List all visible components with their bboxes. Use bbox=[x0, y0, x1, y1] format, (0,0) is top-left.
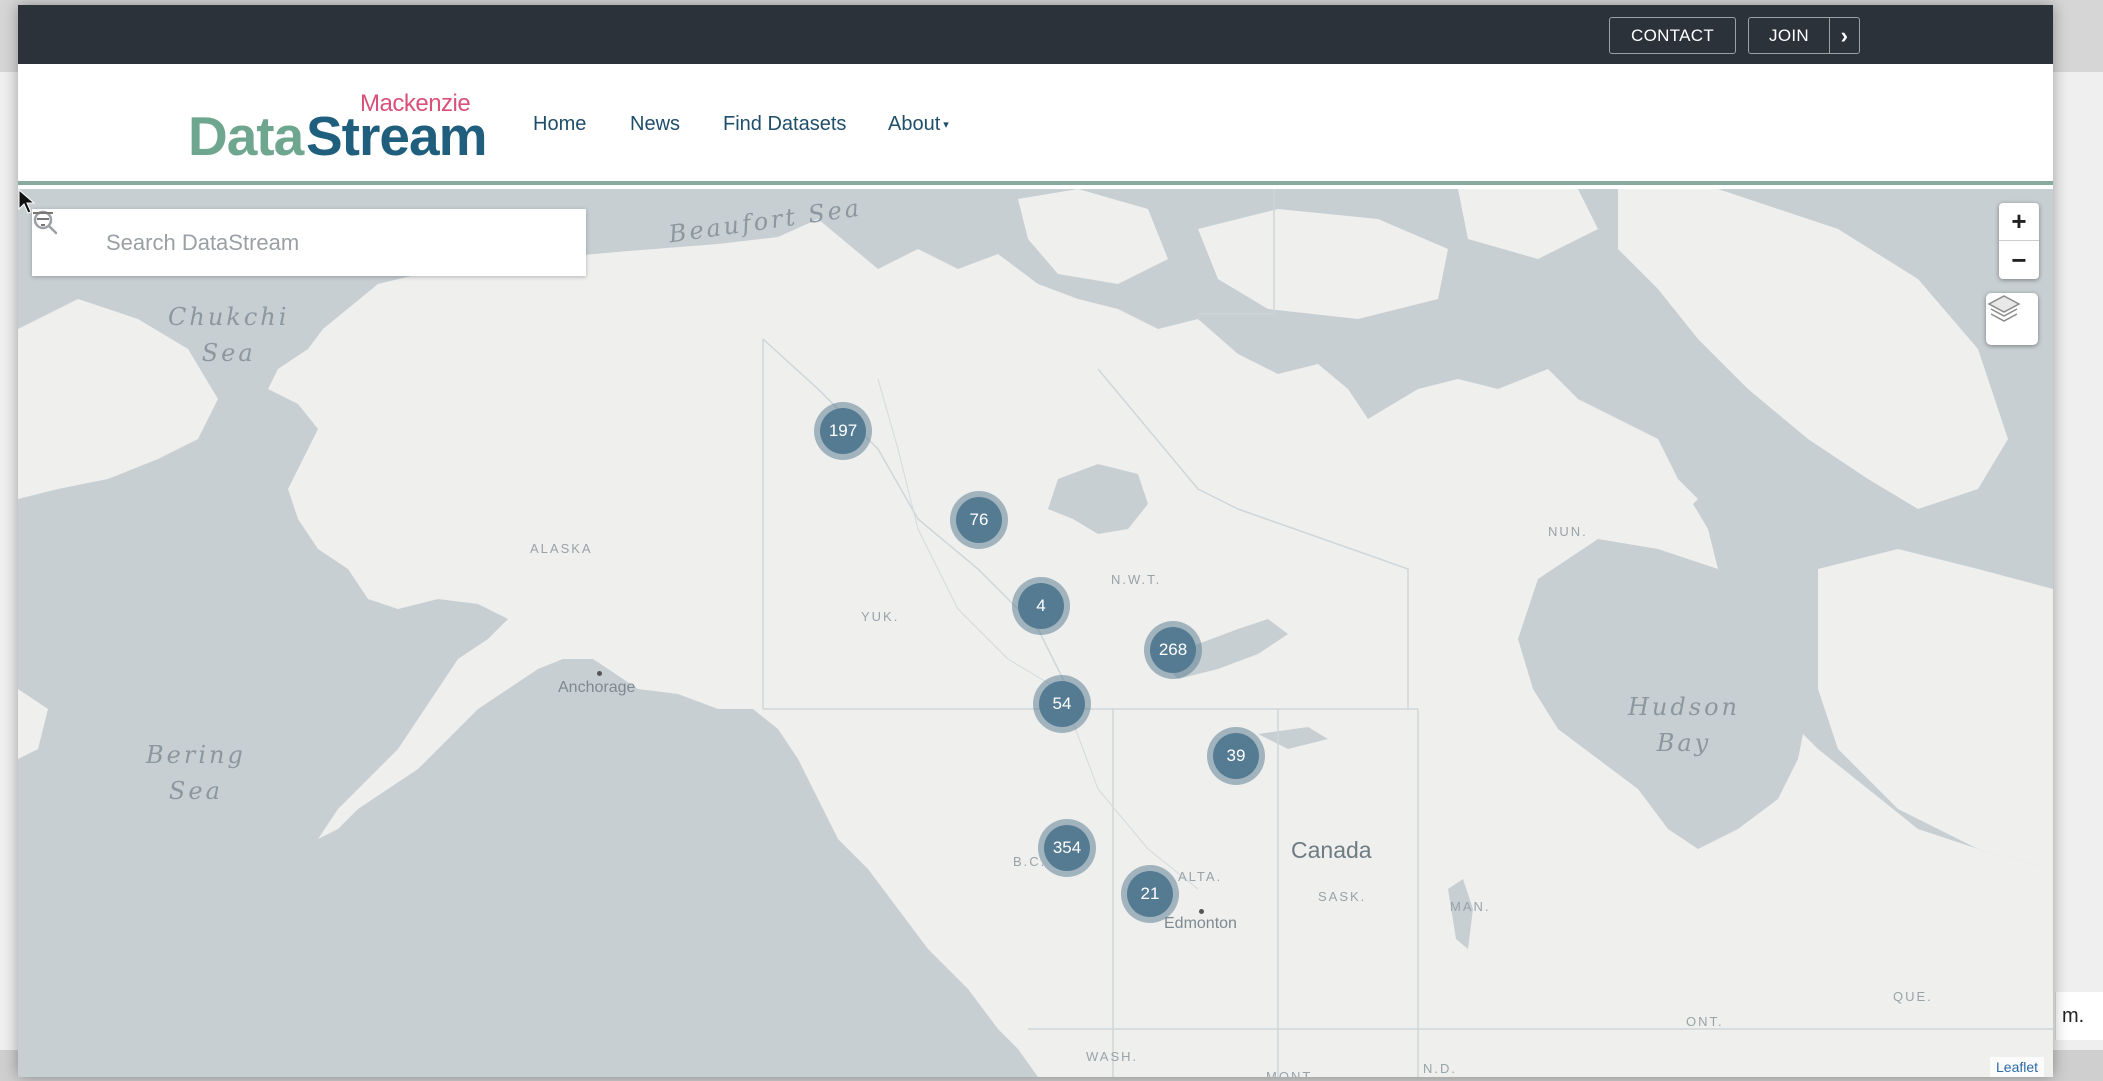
map-cluster-marker[interactable]: 354 bbox=[1038, 819, 1096, 877]
logo-stream: Stream bbox=[306, 105, 487, 167]
datastream-logo[interactable]: Mackenzie Data Stream bbox=[188, 90, 498, 167]
map-cluster-marker[interactable]: 39 bbox=[1207, 727, 1265, 785]
cluster-count: 354 bbox=[1044, 825, 1090, 871]
map-label-nd: N.D. bbox=[1423, 1061, 1457, 1076]
cluster-count: 4 bbox=[1018, 583, 1064, 629]
cluster-count: 54 bbox=[1039, 681, 1085, 727]
cluster-count: 76 bbox=[956, 497, 1002, 543]
city-marker-edmonton bbox=[1199, 909, 1204, 914]
app-window: CONTACT JOIN › Mackenzie Data Stream Hom… bbox=[18, 5, 2053, 1077]
nav-header: Mackenzie Data Stream Home News Find Dat… bbox=[18, 64, 2053, 185]
map-label-que: QUE. bbox=[1893, 989, 1933, 1004]
nav-about-dropdown[interactable]: About ▾ bbox=[888, 113, 949, 136]
map-label-mont: MONT. bbox=[1266, 1069, 1317, 1077]
background-text: m. bbox=[2055, 992, 2103, 1040]
layers-icon bbox=[1987, 295, 2021, 322]
map-cluster-marker[interactable]: 4 bbox=[1012, 577, 1070, 635]
map-label-nwt: N.W.T. bbox=[1111, 572, 1162, 587]
contact-button[interactable]: CONTACT bbox=[1609, 17, 1736, 54]
nav-home-link[interactable]: Home bbox=[533, 113, 586, 136]
cluster-count: 268 bbox=[1150, 627, 1196, 673]
map-label-alaska: ALASKA bbox=[530, 541, 593, 556]
nav-about-label: About bbox=[888, 113, 941, 135]
map-label-edmonton: Edmonton bbox=[1164, 915, 1237, 932]
mouse-cursor-icon bbox=[18, 189, 36, 214]
map-label-alta: ALTA. bbox=[1178, 869, 1223, 884]
caret-down-icon: ▾ bbox=[943, 119, 949, 131]
cluster-count: 197 bbox=[820, 408, 866, 454]
cluster-count: 39 bbox=[1213, 733, 1259, 779]
zoom-out-button[interactable]: − bbox=[1999, 241, 2039, 279]
map-label-bering-sea: Bering Sea bbox=[146, 741, 246, 805]
map-label-hudson-bay: Hudson Bay bbox=[1628, 693, 1740, 757]
zoom-in-button[interactable]: + bbox=[1999, 203, 2039, 241]
search-box bbox=[32, 209, 586, 276]
map-label-chukchi-sea: Chukchi Sea bbox=[168, 303, 290, 367]
map-label-sask: SASK. bbox=[1318, 889, 1367, 904]
map-cluster-marker[interactable]: 76 bbox=[950, 491, 1008, 549]
map-label-yuk: YUK. bbox=[861, 609, 900, 624]
logo-data: Data bbox=[188, 105, 304, 167]
map-label-wash: WASH. bbox=[1086, 1049, 1139, 1064]
map-cluster-marker[interactable]: 197 bbox=[814, 402, 872, 460]
chevron-right-icon: › bbox=[1829, 18, 1859, 53]
map-label-man: MAN. bbox=[1450, 899, 1491, 914]
map[interactable]: Beaufort Sea Chukchi Sea Bering Sea Huds… bbox=[18, 189, 2053, 1077]
map-label-ont: ONT. bbox=[1686, 1014, 1724, 1029]
join-label: JOIN bbox=[1769, 25, 1809, 45]
search-input[interactable] bbox=[104, 223, 524, 263]
map-label-canada: Canada bbox=[1291, 837, 1372, 863]
nav-news-link[interactable]: News bbox=[630, 113, 680, 136]
nav-find-datasets-link[interactable]: Find Datasets bbox=[723, 113, 846, 136]
map-label-anchorage: Anchorage bbox=[558, 679, 636, 696]
map-cluster-marker[interactable]: 268 bbox=[1144, 621, 1202, 679]
map-cluster-marker[interactable]: 21 bbox=[1121, 865, 1179, 923]
utility-bar: CONTACT JOIN › bbox=[18, 5, 2053, 64]
map-cluster-marker[interactable]: 54 bbox=[1033, 675, 1091, 733]
leaflet-attribution-link[interactable]: Leaflet bbox=[1990, 1057, 2045, 1077]
layers-button[interactable] bbox=[1986, 293, 2038, 345]
map-label-nun: NUN. bbox=[1548, 524, 1588, 539]
cluster-count: 21 bbox=[1127, 871, 1173, 917]
zoom-control: + − bbox=[1999, 203, 2039, 279]
join-button[interactable]: JOIN › bbox=[1748, 17, 1860, 54]
city-marker-anchorage bbox=[597, 671, 602, 676]
